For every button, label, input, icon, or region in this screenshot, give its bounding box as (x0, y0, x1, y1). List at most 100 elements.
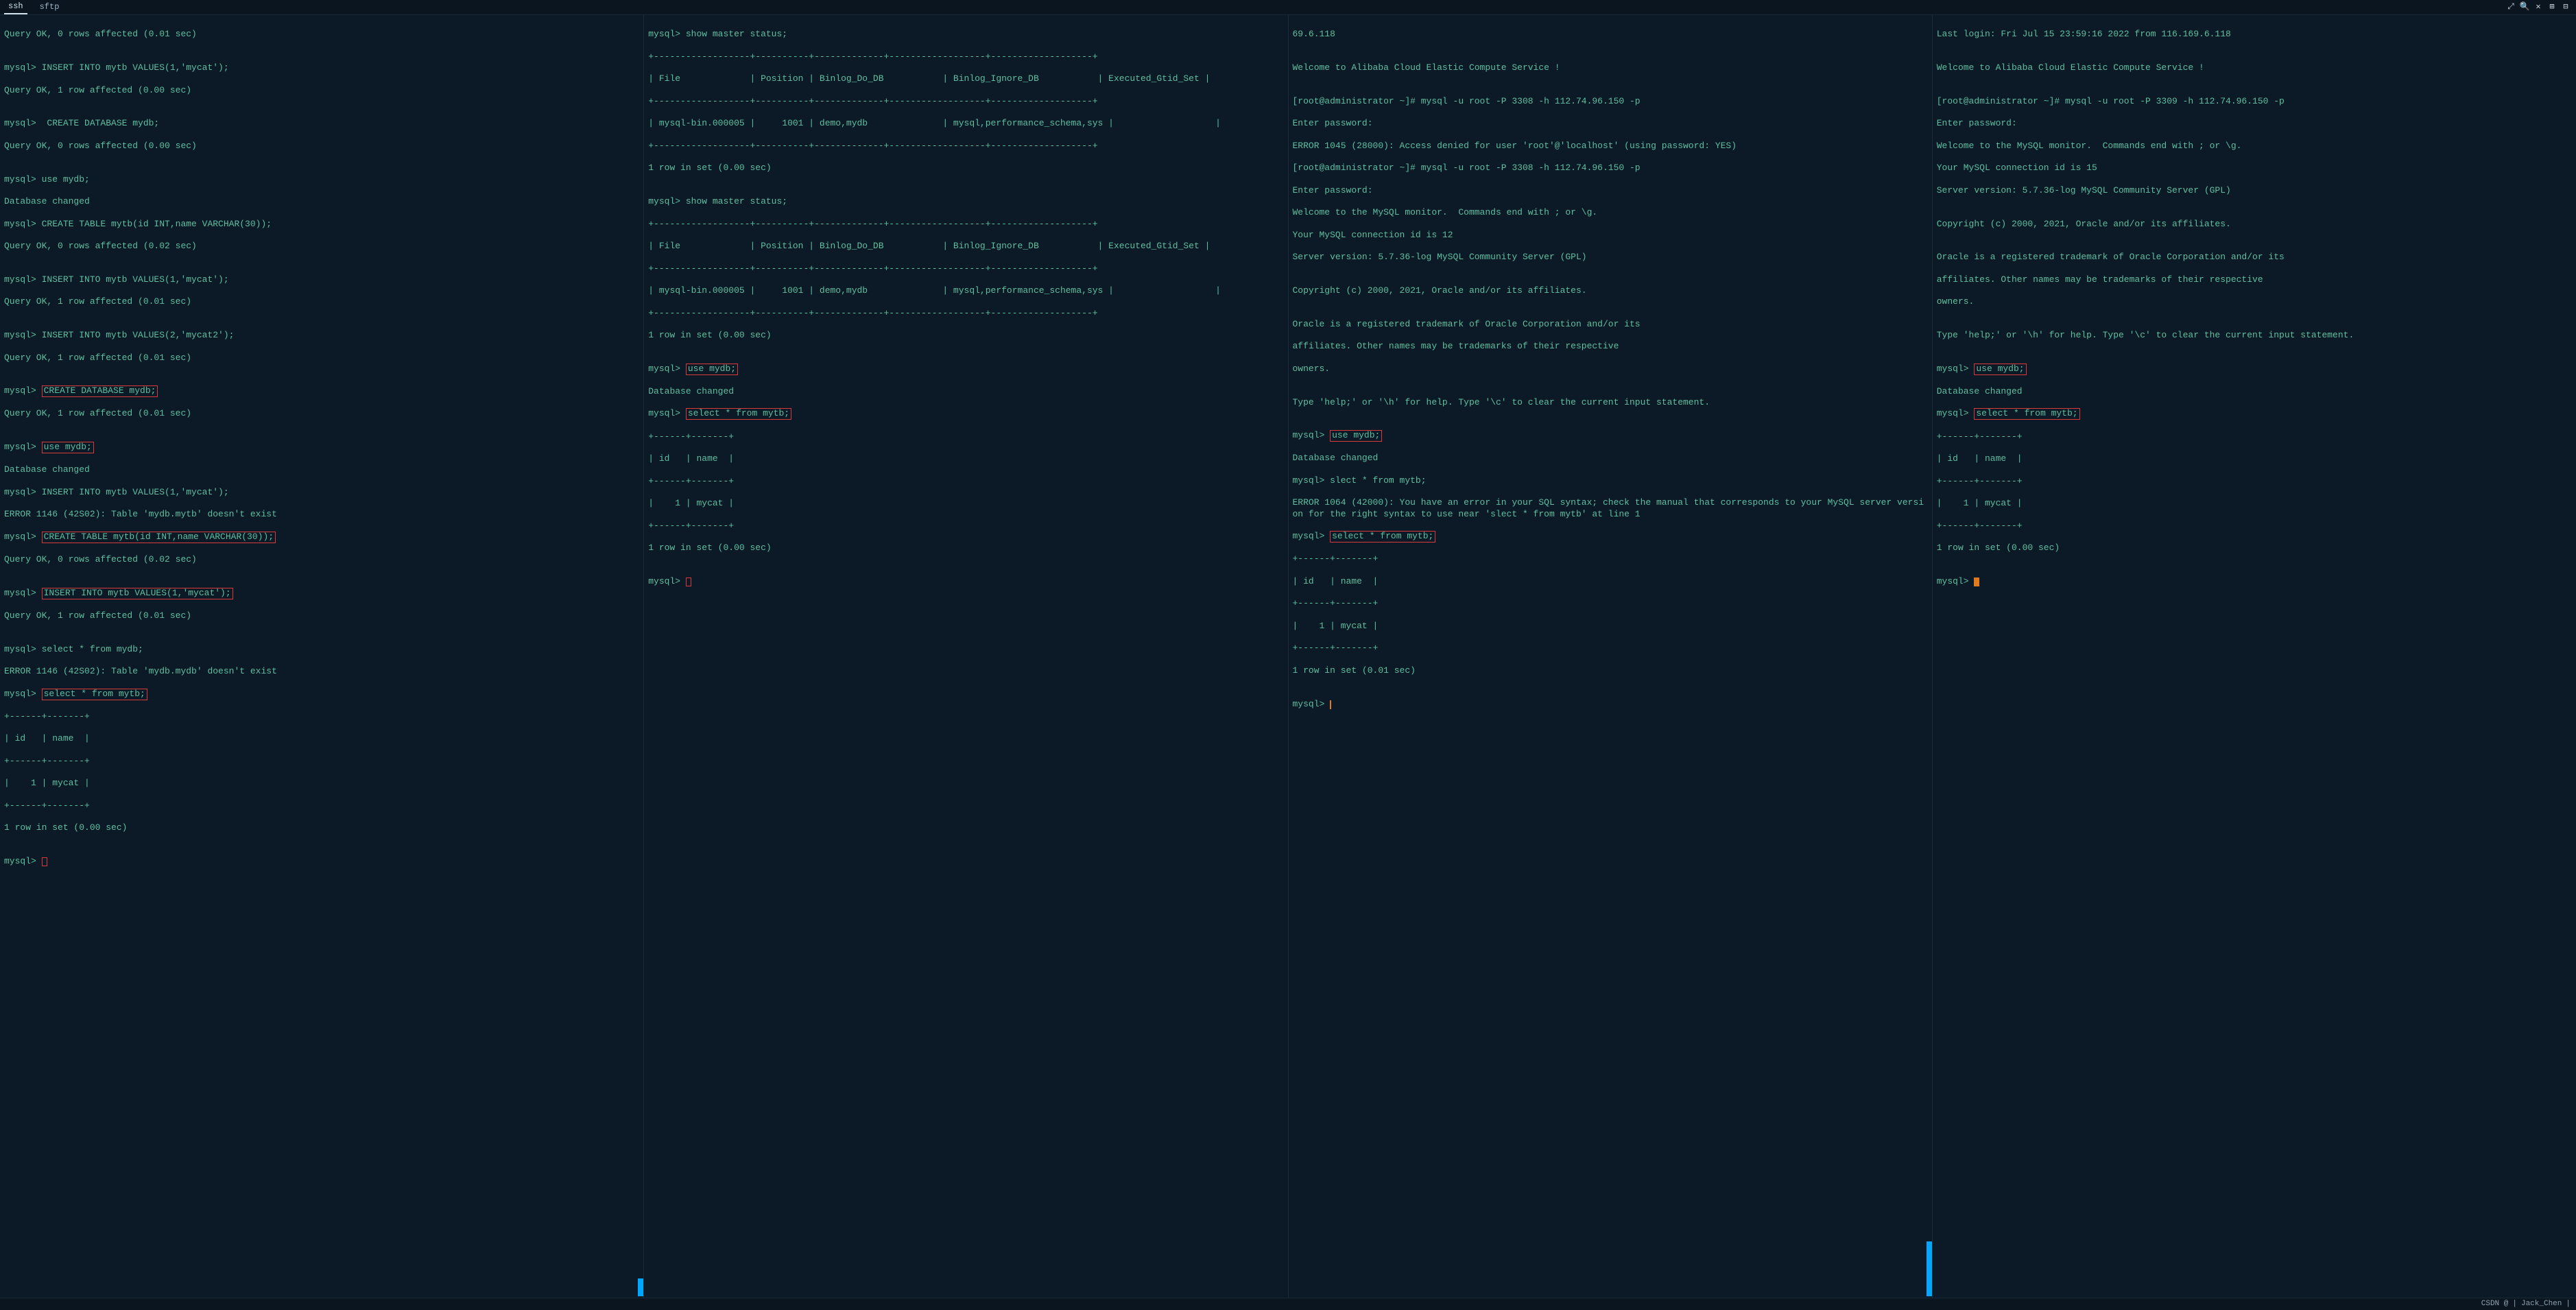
tab-ssh[interactable]: ssh (4, 0, 27, 14)
text: +------+-------+ (4, 711, 639, 722)
search-icon[interactable]: 🔍 (2520, 3, 2529, 12)
text: | id | name | (648, 453, 1283, 464)
highlighted-command: CREATE DATABASE mydb; (42, 385, 158, 397)
text: 1 row in set (0.01 sec) (1293, 665, 1928, 676)
text: mysql> select * from mydb; (4, 644, 639, 655)
text: +------+-------+ (1293, 598, 1928, 609)
prompt[interactable]: mysql> (1293, 699, 1928, 710)
text: owners. (1293, 364, 1928, 374)
text: | 1 | mycat | (1937, 498, 2572, 509)
pane-3[interactable]: 69.6.118 Welcome to Alibaba Cloud Elasti… (1289, 15, 1933, 1298)
text: mysql> INSERT INTO mytb VALUES(1,'mycat'… (4, 588, 639, 599)
text: | 1 | mycat | (1293, 621, 1928, 632)
close-icon[interactable]: ✕ (2533, 3, 2543, 12)
text: 1 row in set (0.00 sec) (4, 822, 639, 833)
text: Your MySQL connection id is 15 (1937, 163, 2572, 174)
text: | File | Position | Binlog_Do_DB | Binlo… (648, 73, 1283, 84)
text: Query OK, 0 rows affected (0.02 sec) (4, 554, 639, 565)
text: mysql> slect * from mytb; (1293, 475, 1928, 486)
text: Database changed (1293, 453, 1928, 464)
text: mysql> use mydb; (1937, 364, 2572, 375)
text: mysql> INSERT INTO mytb VALUES(1,'mycat'… (4, 274, 639, 285)
scrollbar[interactable] (1927, 1241, 1932, 1296)
text: 1 row in set (0.00 sec) (648, 163, 1283, 174)
text: ERROR 1045 (28000): Access denied for us… (1293, 141, 1928, 152)
text: mysql> select * from mytb; (1293, 531, 1928, 543)
text: Enter password: (1937, 118, 2572, 129)
text: Last login: Fri Jul 15 23:59:16 2022 fro… (1937, 29, 2572, 40)
text: Query OK, 1 row affected (0.00 sec) (4, 85, 639, 96)
text: 1 row in set (0.00 sec) (648, 330, 1283, 341)
highlighted-command: select * from mytb; (1974, 408, 2079, 420)
text: +------------------+----------+---------… (648, 51, 1283, 62)
tab-sftp[interactable]: sftp (36, 1, 64, 14)
text: Type 'help;' or '\h' for help. Type '\c'… (1293, 397, 1928, 408)
text: +------+-------+ (4, 756, 639, 767)
text: mysql> CREATE DATABASE mydb; (4, 118, 639, 129)
text: Database changed (4, 464, 639, 475)
text: | 1 | mycat | (648, 498, 1283, 509)
text: mysql> use mydb; (4, 174, 639, 185)
text: [root@administrator ~]# mysql -u root -P… (1937, 96, 2572, 107)
text: Welcome to Alibaba Cloud Elastic Compute… (1293, 62, 1928, 73)
text: mysql> select * from mytb; (648, 408, 1283, 420)
pane-2[interactable]: mysql> show master status; +------------… (644, 15, 1288, 1298)
text: 1 row in set (0.00 sec) (1937, 543, 2572, 553)
text: Oracle is a registered trademark of Orac… (1293, 319, 1928, 330)
text: Type 'help;' or '\h' for help. Type '\c'… (1937, 330, 2572, 341)
text: Welcome to the MySQL monitor. Commands e… (1293, 207, 1928, 218)
prompt[interactable]: mysql> (1937, 576, 2572, 587)
scrollbar[interactable] (638, 1278, 643, 1296)
highlighted-command: use mydb; (42, 442, 94, 453)
text: Query OK, 0 rows affected (0.02 sec) (4, 241, 639, 252)
text: Server version: 5.7.36-log MySQL Communi… (1937, 185, 2572, 196)
divider: | (2512, 1300, 2517, 1309)
text: mysql> select * from mytb; (1937, 408, 2572, 420)
text: mysql> CREATE DATABASE mydb; (4, 385, 639, 397)
text: mysql> INSERT INTO mytb VALUES(1,'mycat'… (4, 62, 639, 73)
text: mysql> show master status; (648, 29, 1283, 40)
text: mysql> use mydb; (1293, 430, 1928, 442)
highlighted-command: select * from mytb; (686, 408, 791, 420)
text: ERROR 1146 (42S02): Table 'mydb.mydb' do… (4, 666, 639, 677)
text: Query OK, 1 row affected (0.01 sec) (4, 610, 639, 621)
pane-4[interactable]: Last login: Fri Jul 15 23:59:16 2022 fro… (1933, 15, 2576, 1298)
split-horizontal-icon[interactable]: ⊞ (2547, 3, 2557, 12)
text: Oracle is a registered trademark of Orac… (1937, 252, 2572, 263)
text: mysql> INSERT INTO mytb VALUES(1,'mycat'… (4, 487, 639, 498)
text: ERROR 1064 (42000): You have an error in… (1293, 497, 1928, 520)
text: Database changed (4, 196, 639, 207)
highlighted-command: use mydb; (1974, 364, 2026, 375)
text: Enter password: (1293, 118, 1928, 129)
titlebar-icons: ⤢ 🔍 ✕ ⊞ ⊟ (2506, 3, 2576, 12)
text: mysql> use mydb; (648, 364, 1283, 375)
text: +------+-------+ (1293, 553, 1928, 564)
highlighted-command: use mydb; (686, 364, 738, 375)
text: [root@administrator ~]# mysql -u root -P… (1293, 96, 1928, 107)
text: Query OK, 0 rows affected (0.00 sec) (4, 141, 639, 152)
text: Query OK, 1 row affected (0.01 sec) (4, 408, 639, 419)
text: +------------------+----------+---------… (648, 219, 1283, 230)
text: Copyright (c) 2000, 2021, Oracle and/or … (1937, 219, 2572, 230)
text: mysql> CREATE TABLE mytb(id INT,name VAR… (4, 219, 639, 230)
text: Database changed (1937, 386, 2572, 397)
highlighted-command: select * from mytb; (1330, 531, 1435, 543)
text: Server version: 5.7.36-log MySQL Communi… (1293, 252, 1928, 263)
text: +------------------+----------+---------… (648, 141, 1283, 152)
text: | File | Position | Binlog_Do_DB | Binlo… (648, 241, 1283, 252)
text: [root@administrator ~]# mysql -u root -P… (1293, 163, 1928, 174)
text: +------+-------+ (1937, 521, 2572, 532)
text: Enter password: (1293, 185, 1928, 196)
split-vertical-icon[interactable]: ⊟ (2561, 3, 2571, 12)
text: | 1 | mycat | (4, 778, 639, 789)
text: +------+-------+ (648, 476, 1283, 487)
status-bar: CSDN @ | Jack_Chen | (0, 1298, 2576, 1310)
text: owners. (1937, 296, 2572, 307)
pane-1[interactable]: Query OK, 0 rows affected (0.01 sec) mys… (0, 15, 644, 1298)
text: 1 row in set (0.00 sec) (648, 543, 1283, 553)
text: +------+-------+ (1937, 431, 2572, 442)
text: mysql> use mydb; (4, 442, 639, 453)
expand-icon[interactable]: ⤢ (2506, 3, 2516, 12)
prompt[interactable]: mysql> (648, 576, 1283, 587)
prompt[interactable]: mysql> (4, 856, 639, 867)
